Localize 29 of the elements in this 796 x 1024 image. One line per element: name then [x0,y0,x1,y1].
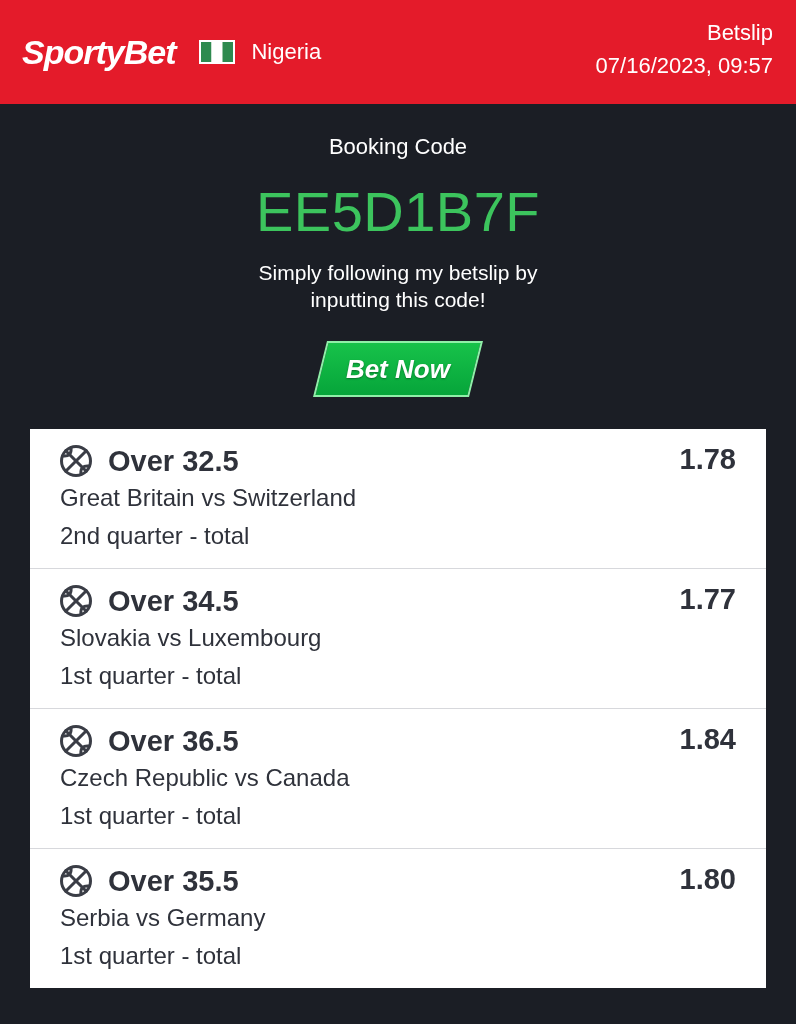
bet-odds: 1.78 [679,443,736,475]
market-name: 1st quarter - total [60,801,243,831]
bet-selection: Over 35.5 [108,864,239,899]
bet-odds: 1.80 [679,863,736,895]
match-name: Slovakia vs Luxembourg [60,623,323,653]
bet-selection: Over 34.5 [108,584,239,619]
market-name: 2nd quarter - total [60,521,251,551]
match-name: Czech Republic vs Canada [60,763,351,793]
basketball-icon [60,865,92,897]
booking-message: Simply following my betslip by inputting this code! [257,260,539,313]
booking-code: EE5D1B7F [255,180,541,244]
country-name: Nigeria [251,38,322,66]
flag-icon [199,40,236,64]
bet-odds: 1.77 [679,583,736,615]
bet-odds: 1.84 [679,723,736,755]
basketball-icon [60,725,92,757]
date-time: 07/16/2023, 09:57 [595,52,773,79]
bet-selection: Over 36.5 [108,724,239,759]
bet-now-button[interactable]: Bet Now [313,341,483,397]
match-name: Great Britain vs Switzerland [60,483,358,513]
logo: SportyBet [22,32,176,72]
market-name: 1st quarter - total [60,661,243,691]
page-title: Betslip [706,19,773,46]
basketball-icon [60,445,92,477]
market-name: 1st quarter - total [60,941,243,971]
bet-selection: Over 32.5 [108,444,239,479]
booking-code-label: Booking Code [328,133,468,161]
basketball-icon [60,585,92,617]
match-name: Serbia vs Germany [60,903,267,933]
